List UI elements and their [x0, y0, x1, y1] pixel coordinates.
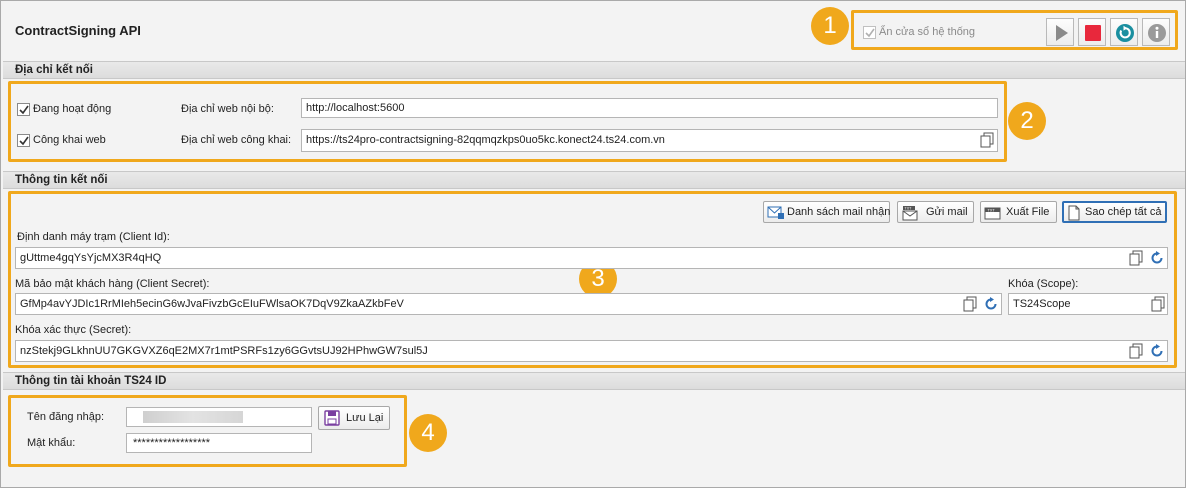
- regenerate-icon[interactable]: [1150, 251, 1164, 265]
- export-file-icon: TXT: [984, 207, 1001, 220]
- client-secret-label: Mã bảo mật khách hàng (Client Secret):: [15, 278, 210, 290]
- username-label: Tên đăng nhập:: [27, 411, 105, 423]
- badge-2: 2: [1008, 102, 1046, 140]
- save-icon: [324, 410, 340, 426]
- stop-icon: [1085, 25, 1101, 41]
- restart-button[interactable]: [1110, 18, 1138, 46]
- copy-all-label: Sao chép tất cả: [1085, 206, 1162, 218]
- public-web-checkbox[interactable]: [17, 134, 30, 147]
- active-label: Đang hoạt động: [33, 103, 112, 115]
- hide-window-label: Ẩn cửa sổ hệ thống: [879, 26, 976, 38]
- redacted-username: [143, 411, 243, 423]
- info-icon: [1148, 24, 1166, 42]
- client-id-field[interactable]: gUttme4gqYsYjcMX3R4qHQ: [15, 247, 1168, 269]
- svg-text:TXT: TXT: [988, 209, 996, 213]
- password-label: Mật khẩu:: [27, 437, 76, 449]
- refresh-icon: [1116, 24, 1134, 42]
- app-window: ContractSigning API 1 Ẩn cửa sổ hệ thống…: [0, 0, 1186, 488]
- save-button[interactable]: Lưu Lại: [318, 406, 390, 430]
- client-secret-field[interactable]: GfMp4avYJDIc1RrMIeh5ecinG6wJvaFivzbGcEIu…: [15, 293, 1002, 315]
- copy-all-icon: [1068, 205, 1080, 221]
- public-url-label: Địa chỉ web công khai:: [181, 134, 292, 146]
- play-button[interactable]: [1046, 18, 1074, 46]
- internal-url-label: Địa chỉ web nội bộ:: [181, 103, 274, 115]
- send-mail-label: Gửi mail: [926, 206, 968, 218]
- copy-icon[interactable]: [1151, 296, 1165, 312]
- connection-info-header: Thông tin kết nối: [3, 171, 1185, 189]
- app-title: ContractSigning API: [15, 23, 141, 38]
- username-field[interactable]: [126, 407, 312, 427]
- copy-icon[interactable]: [963, 296, 977, 312]
- stop-button[interactable]: [1078, 18, 1106, 46]
- export-file-label: Xuất File: [1006, 206, 1050, 218]
- mail-list-icon: [767, 206, 784, 219]
- client-id-label: Định danh máy trạm (Client Id):: [17, 231, 170, 243]
- badge-4: 4: [409, 414, 447, 452]
- play-icon: [1056, 25, 1068, 41]
- export-file-button[interactable]: TXT Xuất File: [980, 201, 1057, 223]
- send-mail-icon: TXT: [902, 206, 918, 221]
- scope-field[interactable]: TS24Scope: [1008, 293, 1168, 315]
- badge-1: 1: [811, 7, 849, 45]
- public-web-label: Công khai web: [33, 134, 106, 146]
- account-header: Thông tin tài khoản TS24 ID: [3, 372, 1185, 390]
- public-url-field[interactable]: https://ts24pro-contractsigning-82qqmqzk…: [301, 129, 998, 152]
- regenerate-icon[interactable]: [1150, 344, 1164, 358]
- copy-icon[interactable]: [980, 132, 994, 148]
- copy-icon[interactable]: [1129, 343, 1143, 359]
- regenerate-icon[interactable]: [984, 297, 998, 311]
- scope-label: Khóa (Scope):: [1008, 278, 1079, 290]
- copy-all-button[interactable]: Sao chép tất cả: [1062, 201, 1167, 223]
- secret-label: Khóa xác thực (Secret):: [15, 324, 132, 336]
- hide-window-checkbox[interactable]: [863, 26, 876, 39]
- mail-list-button[interactable]: Danh sách mail nhận: [763, 201, 890, 223]
- active-checkbox[interactable]: [17, 103, 30, 116]
- info-button[interactable]: [1142, 18, 1170, 46]
- send-mail-button[interactable]: TXT Gửi mail: [897, 201, 974, 223]
- password-field[interactable]: ******************: [126, 433, 312, 453]
- secret-field[interactable]: nzStekj9GLkhnUU7GKGVXZ6qE2MX7r1mtPSRFs1z…: [15, 340, 1168, 362]
- svg-text:TXT: TXT: [905, 207, 913, 211]
- connection-address-header: Địa chỉ kết nối: [3, 61, 1185, 79]
- internal-url-field[interactable]: http://localhost:5600: [301, 98, 998, 118]
- mail-list-label: Danh sách mail nhận: [787, 206, 891, 218]
- copy-icon[interactable]: [1129, 250, 1143, 266]
- save-label: Lưu Lại: [346, 412, 384, 424]
